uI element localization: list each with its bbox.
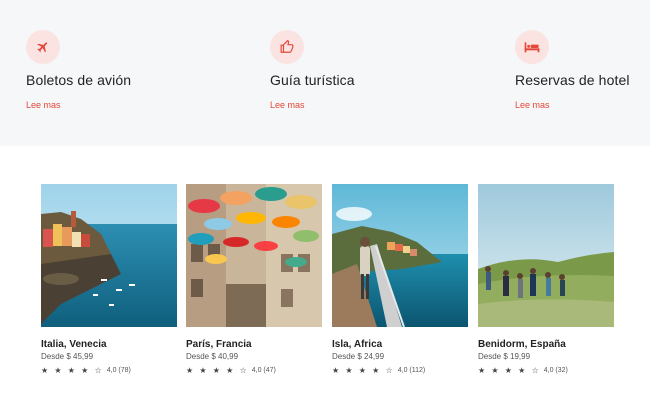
destination-price: Desde $ 45,99 — [41, 352, 94, 361]
destination-name[interactable]: Italia, Venecia — [41, 339, 177, 350]
destination-photo[interactable] — [478, 184, 614, 327]
service-icon-badge — [515, 30, 549, 64]
destination-price: Desde $ 19,99 — [478, 352, 531, 361]
service-title: Guía turística — [270, 72, 355, 88]
destination-name[interactable]: Benidorm, España — [478, 339, 614, 350]
service-icon-badge — [26, 30, 60, 64]
rating-text: 4,0 (32) — [543, 367, 568, 374]
bed-icon — [524, 42, 540, 53]
service-title: Boletos de avión — [26, 72, 132, 88]
read-more-link[interactable]: Lee mas — [26, 100, 61, 110]
destination-name[interactable]: París, Francia — [186, 339, 322, 350]
destination-rating: ★ ★ ★ ★ ☆ 4,0 (32) — [478, 366, 614, 375]
destination-rating: ★ ★ ★ ★ ☆ 4,0 (112) — [332, 366, 468, 375]
star-rating-icons: ★ ★ ★ ★ ☆ — [332, 366, 395, 375]
services-band: Boletos de avión Lee mas Guía turística … — [0, 0, 650, 146]
destination-photo[interactable] — [186, 184, 322, 327]
read-more-link[interactable]: Lee mas — [270, 100, 305, 110]
airplane-icon — [37, 42, 48, 53]
thumbs-up-icon — [280, 40, 294, 53]
destination-price: Desde $ 40,99 — [186, 352, 239, 361]
destination-card[interactable]: Italia, Venecia Desde $ 45,99 ★ ★ ★ ★ ☆ … — [41, 184, 177, 375]
destination-card[interactable]: París, Francia Desde $ 40,99 ★ ★ ★ ★ ☆ 4… — [186, 184, 322, 375]
service-tour-guide: Guía turística Lee mas — [270, 30, 470, 113]
destination-name[interactable]: Isla, Africa — [332, 339, 468, 350]
destination-photo[interactable] — [41, 184, 177, 327]
destination-rating: ★ ★ ★ ★ ☆ 4,0 (47) — [186, 366, 322, 375]
service-title: Reservas de hotel — [515, 72, 630, 88]
destination-price: Desde $ 24,99 — [332, 352, 385, 361]
service-flights: Boletos de avión Lee mas — [26, 30, 226, 113]
star-rating-icons: ★ ★ ★ ★ ☆ — [186, 366, 249, 375]
service-icon-badge — [270, 30, 304, 64]
destination-photo[interactable] — [332, 184, 468, 327]
destination-rating: ★ ★ ★ ★ ☆ 4,0 (78) — [41, 366, 177, 375]
star-rating-icons: ★ ★ ★ ★ ☆ — [41, 366, 104, 375]
star-rating-icons: ★ ★ ★ ★ ☆ — [478, 366, 541, 375]
read-more-link[interactable]: Lee mas — [515, 100, 550, 110]
rating-text: 4,0 (47) — [251, 367, 276, 374]
destination-card[interactable]: Isla, Africa Desde $ 24,99 ★ ★ ★ ★ ☆ 4,0… — [332, 184, 468, 375]
rating-text: 4,0 (78) — [106, 367, 131, 374]
destination-card[interactable]: Benidorm, España Desde $ 19,99 ★ ★ ★ ★ ☆… — [478, 184, 614, 375]
service-hotel: Reservas de hotel Lee mas — [515, 30, 650, 113]
rating-text: 4,0 (112) — [397, 367, 426, 374]
destinations-grid: Italia, Venecia Desde $ 45,99 ★ ★ ★ ★ ☆ … — [0, 184, 650, 400]
